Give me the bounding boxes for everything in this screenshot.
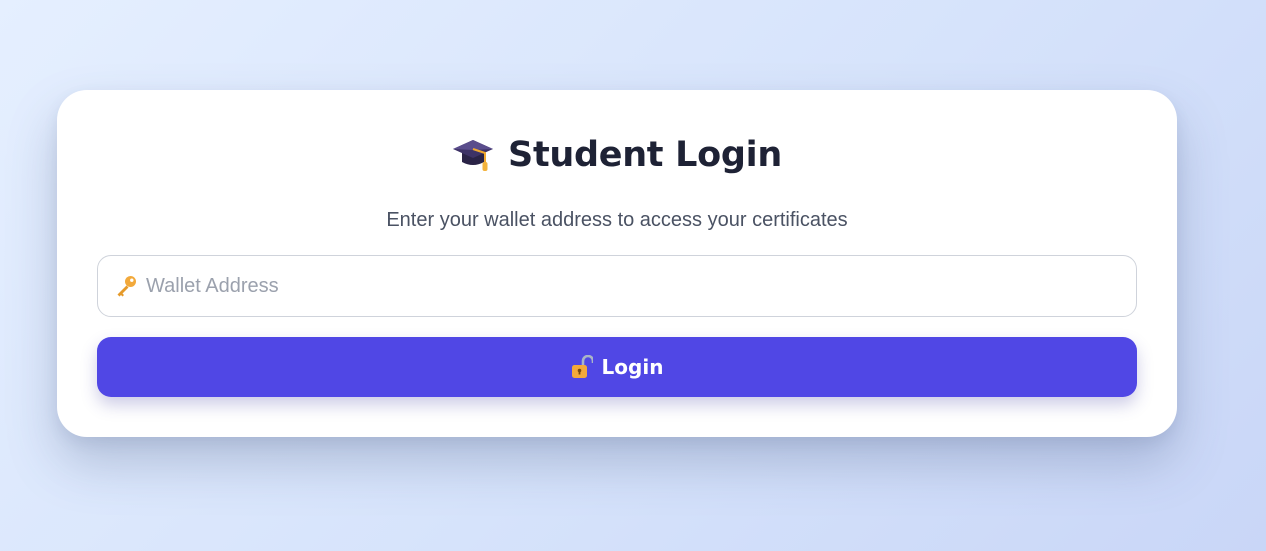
page-title: Student Login [508,135,782,175]
login-button-label: Login [601,355,664,379]
key-icon [114,274,138,298]
graduation-cap-icon [452,135,494,175]
wallet-address-field[interactable] [97,255,1137,317]
unlocked-lock-icon [571,354,594,379]
wallet-address-input[interactable] [146,266,1106,306]
page-subtitle: Enter your wallet address to access your… [386,209,848,231]
login-card: Student Login Enter your wallet address … [57,90,1177,437]
title-row: Student Login [57,130,1177,180]
login-button[interactable]: Login [97,337,1137,397]
